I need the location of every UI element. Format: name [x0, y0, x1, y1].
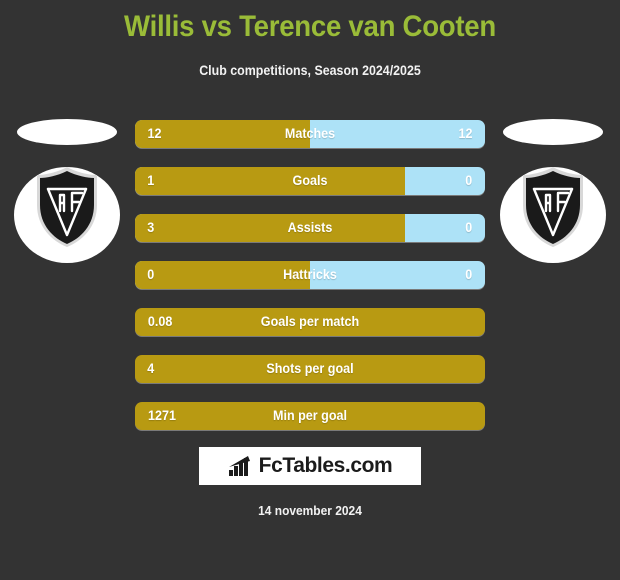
stat-value-away: 0	[465, 220, 473, 235]
page-subtitle: Club competitions, Season 2024/2025	[199, 63, 421, 78]
club-crest-away	[498, 113, 608, 268]
generated-date: 14 november 2024	[258, 503, 362, 518]
page-title: Willis vs Terence van Cooten	[124, 10, 496, 43]
stat-label: Min per goal	[273, 408, 347, 423]
stat-row: 0 Hattricks 0	[135, 261, 485, 289]
stat-row: 12 Matches 12	[135, 120, 485, 148]
stat-row: 3 Assists 0	[135, 214, 485, 242]
stat-value-away: 12	[458, 126, 473, 141]
crest-highlight-ellipse-home	[17, 119, 117, 145]
brand-logo[interactable]: FcTables.com	[199, 447, 421, 485]
crest-highlight-ellipse-away	[503, 119, 603, 145]
stat-label: Matches	[284, 126, 336, 141]
stat-row: 1 Goals 0	[135, 167, 485, 195]
stat-row: 1271 Min per goal	[135, 402, 485, 430]
stat-row: 0.08 Goals per match	[135, 308, 485, 336]
stat-label: Goals	[292, 173, 328, 188]
bar-chart-icon	[228, 456, 250, 476]
stat-label: Shots per goal	[266, 361, 354, 376]
stat-value-away: 0	[465, 173, 473, 188]
shield-icon-home	[37, 167, 97, 247]
stats-list: 12 Matches 12 1 Goals 0 3 Assists 0 0 Hattricks 0 0.…	[135, 120, 485, 449]
stat-label: Hattricks	[283, 267, 337, 282]
brand-name: FcTables.com	[258, 454, 393, 477]
stat-value-away: 0	[465, 267, 473, 282]
stat-row: 4 Shots per goal	[135, 355, 485, 383]
shield-icon-away	[523, 167, 583, 247]
stat-label: Assists	[287, 220, 333, 235]
stat-label: Goals per match	[260, 314, 360, 329]
club-crest-home	[12, 113, 122, 268]
